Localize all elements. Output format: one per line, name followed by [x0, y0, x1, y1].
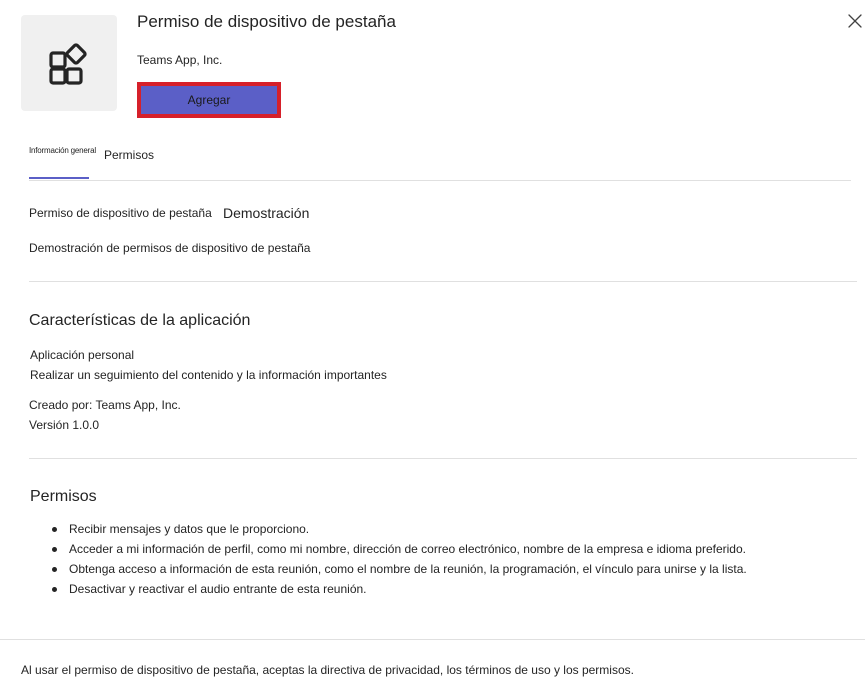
- footer-consent-text: Al usar el permiso de dispositivo de pes…: [21, 663, 634, 677]
- overview-divider: [29, 281, 857, 282]
- app-title: Permiso de dispositivo de pestaña: [137, 12, 396, 31]
- app-version: Versión 1.0.0: [29, 418, 100, 432]
- bullet: [52, 587, 57, 592]
- features-divider: [29, 458, 857, 459]
- app-tagline: Realizar un seguimiento del contenido y …: [30, 368, 387, 382]
- app-details-dialog: Permiso de dispositivo de pestaña Teams …: [0, 0, 865, 679]
- tabs-divider: [29, 180, 851, 181]
- permission-item: Obtenga acceso a información de esta reu…: [47, 559, 747, 579]
- overview-title: Permiso de dispositivo de pestaña: [29, 206, 212, 220]
- app-icon-tile: [21, 15, 117, 111]
- permissions-heading: Permisos: [30, 488, 97, 505]
- created-by: Creado por: Teams App, Inc.: [29, 398, 181, 412]
- apps-grid-icon: [49, 43, 87, 85]
- app-type: Aplicación personal: [30, 348, 135, 362]
- add-button[interactable]: Agregar: [137, 82, 281, 118]
- permission-item: Recibir mensajes y datos que le proporci…: [47, 519, 747, 539]
- close-icon: [848, 14, 862, 28]
- add-button-label: Agregar: [141, 86, 277, 114]
- publisher-name: Teams App, Inc.: [137, 53, 223, 67]
- permission-item: Acceder a mi información de perfil, como…: [47, 539, 747, 559]
- overview-title-suffix: Demostración: [223, 205, 310, 221]
- tab-permissions[interactable]: Permisos: [104, 148, 154, 162]
- bullet: [52, 527, 57, 532]
- permission-item: Desactivar y reactivar el audio entrante…: [47, 579, 747, 599]
- overview-description: Demostración de permisos de dispositivo …: [29, 241, 311, 255]
- tab-selected-indicator: [29, 177, 89, 179]
- footer-divider: [0, 639, 865, 640]
- close-button[interactable]: [846, 12, 864, 30]
- tab-overview[interactable]: Información general: [29, 146, 96, 155]
- permissions-list: Recibir mensajes y datos que le proporci…: [47, 519, 747, 599]
- bullet: [52, 567, 57, 572]
- features-heading: Características de la aplicación: [29, 312, 251, 329]
- bullet: [52, 547, 57, 552]
